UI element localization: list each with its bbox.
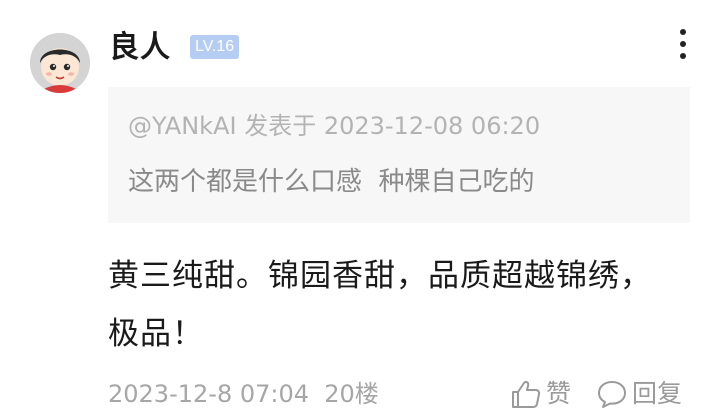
level-badge: LV.16 (190, 35, 240, 59)
more-dot-icon (680, 41, 686, 47)
comment-meta: 2023-12-8 07:04 20楼 (108, 376, 379, 412)
reply-button[interactable]: 回复 (596, 376, 682, 412)
like-button[interactable]: 赞 (510, 376, 571, 412)
more-dot-icon (680, 53, 686, 59)
avatar[interactable] (30, 33, 90, 93)
more-dot-icon (680, 29, 686, 35)
comment-timestamp: 2023-12-8 07:04 (108, 380, 309, 408)
quote-meta: @YANkAI 发表于 2023-12-08 06:20 (128, 112, 541, 140)
quote-text: 这两个都是什么口感 种棵自己吃的 (128, 167, 535, 197)
more-options-button[interactable] (668, 26, 698, 62)
thumbs-up-icon (512, 381, 541, 408)
username[interactable]: 良人 (109, 28, 171, 68)
like-label: 赞 (546, 379, 572, 408)
reply-label: 回复 (632, 379, 683, 408)
comment-body: 黄三纯甜。锦园香甜，品质超越锦绣，极品！ (108, 258, 652, 352)
floor-number: 20楼 (324, 380, 379, 408)
speech-bubble-icon (598, 381, 626, 408)
avatar-image (30, 33, 90, 93)
quoted-comment[interactable]: @YANkAI 发表于 2023-12-08 06:20 这两个都是什么口感 种… (108, 87, 690, 223)
